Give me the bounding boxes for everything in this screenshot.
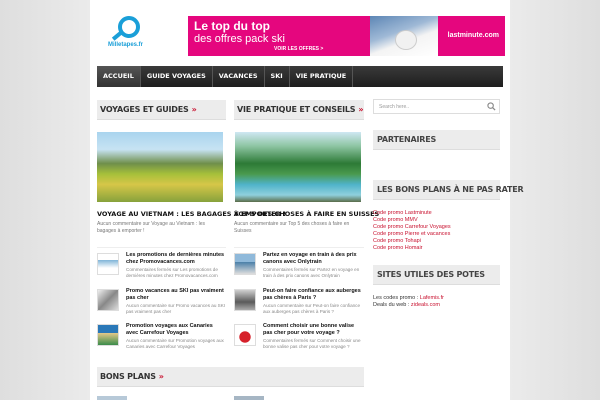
feature-meta: Aucun commentaire sur Top 5 des choses à… <box>234 221 350 234</box>
sidebar-head-sites-utiles: SITES UTILES DES POTES <box>373 265 500 285</box>
nav-item-accueil[interactable]: ACCUEIL <box>97 66 141 87</box>
feature-image-suisse[interactable] <box>235 132 361 202</box>
site-logo[interactable]: Milletapes.fr <box>108 14 148 50</box>
section-head-voyages-guides[interactable]: VOYAGES ET GUIDES» <box>97 100 226 120</box>
nav-item-vacances[interactable]: VACANCES <box>213 66 265 87</box>
sidebar-link[interactable]: Code promo Tohapi <box>373 238 421 244</box>
sidebar-link[interactable]: Code promo Carrefour Voyages <box>373 224 451 230</box>
thumb-image[interactable] <box>97 324 119 346</box>
sidebar-link[interactable]: Code promo Lastminute <box>373 210 432 216</box>
list-item-meta: Aucun commentaire sur Peut-on faire conf… <box>263 303 361 314</box>
sidebar-link[interactable]: Code promo Pierre et vacances <box>373 231 450 237</box>
list-item-title[interactable]: Peut-on faire confiance aux auberges pas… <box>263 288 363 302</box>
search-placeholder: Search here.. <box>379 104 410 110</box>
ad-banner[interactable]: Le top du top des offres pack ski VOIR L… <box>188 16 505 56</box>
list-item-meta: Aucun commentaire sur Promotion voyages … <box>126 338 224 349</box>
search-input[interactable]: Search here.. <box>373 99 500 114</box>
sidebar-link[interactable]: Code promo MMV <box>373 217 418 223</box>
list-item-meta: Aucun commentaire sur Promo vacances au … <box>126 303 226 314</box>
banner-line1: Le top du top <box>194 19 270 33</box>
sidebar-site-line: Les codes promo : Lafemis.fr <box>373 295 444 301</box>
feature-title[interactable]: TOP 5 DES CHOSES À FAIRE EN SUISSES <box>234 210 379 218</box>
sidebar-site-link[interactable]: zideals.com <box>411 302 440 308</box>
list-item-title[interactable]: Partez en voyage en train à des prix can… <box>263 252 363 266</box>
sidebar-site-link[interactable]: Lafemis.fr <box>420 295 444 301</box>
thumb-image[interactable] <box>97 253 119 275</box>
nav-item-vie-pratique[interactable]: VIE PRATIQUE <box>290 66 354 87</box>
sidebar-head-partenaires: PARTENAIRES <box>373 130 500 150</box>
banner-brand: lastminute.com <box>447 32 499 39</box>
search-icon[interactable] <box>487 102 496 111</box>
sidebar-site-line: Deals du web : zideals.com <box>373 302 440 308</box>
list-item-title[interactable]: Promo vacances au SKI pas vraiment pas c… <box>126 288 226 302</box>
thumb-image[interactable] <box>234 396 264 400</box>
thumb-image-suitcase[interactable] <box>234 324 256 346</box>
background-right <box>510 0 600 400</box>
thumb-image[interactable] <box>97 396 127 400</box>
background-left <box>0 0 90 400</box>
banner-snowball <box>395 30 417 50</box>
list-item-title[interactable]: Comment choisir une bonne valise pas che… <box>263 323 363 337</box>
list-item-meta: Commentaires fermés sur Partez en voyage… <box>263 267 360 278</box>
nav-item-guide-voyages[interactable]: GUIDE VOYAGES <box>141 66 213 87</box>
banner-cta[interactable]: VOIR LES OFFRES > <box>274 46 323 52</box>
banner-line2: des offres pack ski <box>194 33 285 45</box>
list-item-title[interactable]: Les promotions de dernières minutes chez… <box>126 252 226 266</box>
section-head-bons-plans[interactable]: BONS PLANS» <box>97 367 364 387</box>
thumb-image[interactable] <box>234 253 256 275</box>
arrow-icon: » <box>158 372 164 381</box>
thumb-image[interactable] <box>97 289 119 311</box>
nav-item-ski[interactable]: SKI <box>265 66 290 87</box>
sidebar-link[interactable]: Code promo Homair <box>373 245 423 251</box>
feature-meta: Aucun commentaire sur Voyage au Vietnam … <box>97 221 206 234</box>
arrow-icon: » <box>191 105 197 114</box>
sidebar-head-bons-plans: LES BONS PLANS À NE PAS RATER <box>373 180 524 200</box>
list-item-meta: Commentaires fermés sur Comment choisir … <box>263 338 361 349</box>
feature-image-vietnam[interactable] <box>97 132 223 202</box>
arrow-icon: » <box>358 105 364 114</box>
list-item-meta: Commentaires fermés sur Les promotions d… <box>126 267 218 278</box>
logo-text: Milletapes.fr <box>108 42 144 48</box>
thumb-image[interactable] <box>234 289 256 311</box>
list-item-title[interactable]: Promotion voyages aux Canaries avec Carr… <box>126 323 226 337</box>
section-head-vie-pratique[interactable]: VIE PRATIQUE ET CONSEILS» <box>234 100 364 120</box>
main-nav: ACCUEIL GUIDE VOYAGES VACANCES SKI VIE P… <box>97 66 503 87</box>
